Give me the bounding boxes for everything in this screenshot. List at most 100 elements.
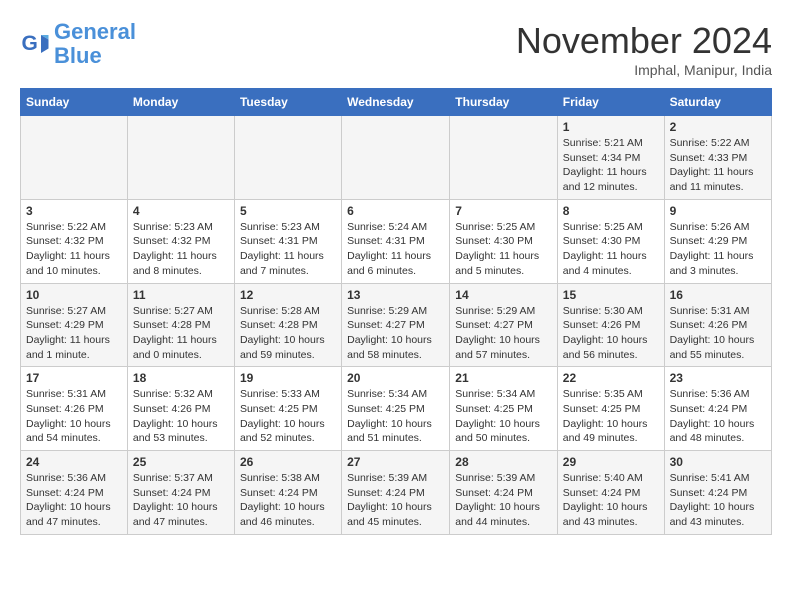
- day-number: 17: [26, 371, 122, 385]
- logo-icon: G: [20, 29, 50, 59]
- header-saturday: Saturday: [664, 89, 771, 116]
- day-cell: 15 Sunrise: 5:30 AMSunset: 4:26 PMDayligh…: [557, 283, 664, 367]
- day-number: 7: [455, 204, 552, 218]
- day-number: 21: [455, 371, 552, 385]
- header-row: SundayMondayTuesdayWednesdayThursdayFrid…: [21, 89, 772, 116]
- day-info: Sunrise: 5:32 AMSunset: 4:26 PMDaylight:…: [133, 387, 229, 446]
- day-cell: 5 Sunrise: 5:23 AMSunset: 4:31 PMDaylight…: [234, 199, 341, 283]
- week-row-5: 24 Sunrise: 5:36 AMSunset: 4:24 PMDayligh…: [21, 451, 772, 535]
- header-thursday: Thursday: [450, 89, 558, 116]
- month-title: November 2024: [516, 20, 772, 62]
- day-cell: 19Sunrise: 5:33 AMSunset: 4:25 PMDayligh…: [234, 367, 341, 451]
- week-row-2: 3Sunrise: 5:22 AMSunset: 4:32 PMDaylight…: [21, 199, 772, 283]
- day-info: Sunrise: 5:27 AMSunset: 4:28 PMDaylight:…: [133, 304, 229, 363]
- day-number: 5: [240, 204, 336, 218]
- day-number: 6: [347, 204, 444, 218]
- logo-line1: General: [54, 19, 136, 44]
- calendar-header: SundayMondayTuesdayWednesdayThursdayFrid…: [21, 89, 772, 116]
- location-subtitle: Imphal, Manipur, India: [516, 62, 772, 78]
- day-cell: [127, 116, 234, 200]
- calendar-body: 1Sunrise: 5:21 AMSunset: 4:34 PMDaylight…: [21, 116, 772, 535]
- day-cell: 24 Sunrise: 5:36 AMSunset: 4:24 PMDayligh…: [21, 451, 128, 535]
- day-cell: 27Sunrise: 5:39 AMSunset: 4:24 PMDayligh…: [342, 451, 450, 535]
- day-info: Sunrise: 5:36 AMSunset: 4:24 PMDaylight:…: [26, 471, 122, 530]
- day-cell: 17 Sunrise: 5:31 AMSunset: 4:26 PMDayligh…: [21, 367, 128, 451]
- header-tuesday: Tuesday: [234, 89, 341, 116]
- header-monday: Monday: [127, 89, 234, 116]
- day-info: Sunrise: 5:40 AMSunset: 4:24 PMDaylight:…: [563, 471, 659, 530]
- day-number: 18: [133, 371, 229, 385]
- page-header: G General Blue November 2024 Imphal, Man…: [20, 20, 772, 78]
- day-number: 11: [133, 288, 229, 302]
- day-cell: 14 Sunrise: 5:29 AMSunset: 4:27 PMDayligh…: [450, 283, 558, 367]
- header-sunday: Sunday: [21, 89, 128, 116]
- day-info: Sunrise: 5:23 AMSunset: 4:31 PMDaylight:…: [240, 220, 336, 279]
- day-number: 26: [240, 455, 336, 469]
- day-number: 15: [563, 288, 659, 302]
- day-cell: 2Sunrise: 5:22 AMSunset: 4:33 PMDaylight…: [664, 116, 771, 200]
- day-cell: [450, 116, 558, 200]
- day-cell: [21, 116, 128, 200]
- day-info: Sunrise: 5:29 AMSunset: 4:27 PMDaylight:…: [455, 304, 552, 363]
- day-info: Sunrise: 5:26 AMSunset: 4:29 PMDaylight:…: [670, 220, 766, 279]
- day-cell: 1Sunrise: 5:21 AMSunset: 4:34 PMDaylight…: [557, 116, 664, 200]
- day-number: 23: [670, 371, 766, 385]
- day-info: Sunrise: 5:22 AMSunset: 4:33 PMDaylight:…: [670, 136, 766, 195]
- day-cell: 13Sunrise: 5:29 AMSunset: 4:27 PMDayligh…: [342, 283, 450, 367]
- calendar-table: SundayMondayTuesdayWednesdayThursdayFrid…: [20, 88, 772, 535]
- day-info: Sunrise: 5:31 AMSunset: 4:26 PMDaylight:…: [670, 304, 766, 363]
- day-number: 13: [347, 288, 444, 302]
- day-cell: 25Sunrise: 5:37 AMSunset: 4:24 PMDayligh…: [127, 451, 234, 535]
- week-row-4: 17 Sunrise: 5:31 AMSunset: 4:26 PMDayligh…: [21, 367, 772, 451]
- day-cell: 7 Sunrise: 5:25 AMSunset: 4:30 PMDaylight…: [450, 199, 558, 283]
- day-number: 29: [563, 455, 659, 469]
- day-info: Sunrise: 5:28 AMSunset: 4:28 PMDaylight:…: [240, 304, 336, 363]
- day-number: 22: [563, 371, 659, 385]
- day-number: 24: [26, 455, 122, 469]
- day-number: 9: [670, 204, 766, 218]
- day-cell: 21 Sunrise: 5:34 AMSunset: 4:25 PMDayligh…: [450, 367, 558, 451]
- day-info: Sunrise: 5:39 AMSunset: 4:24 PMDaylight:…: [455, 471, 552, 530]
- day-number: 20: [347, 371, 444, 385]
- day-info: Sunrise: 5:38 AMSunset: 4:24 PMDaylight:…: [240, 471, 336, 530]
- day-info: Sunrise: 5:30 AMSunset: 4:26 PMDaylight:…: [563, 304, 659, 363]
- day-number: 27: [347, 455, 444, 469]
- logo: G General Blue: [20, 20, 136, 68]
- logo-text: General Blue: [54, 20, 136, 68]
- day-info: Sunrise: 5:23 AMSunset: 4:32 PMDaylight:…: [133, 220, 229, 279]
- day-info: Sunrise: 5:22 AMSunset: 4:32 PMDaylight:…: [26, 220, 122, 279]
- day-info: Sunrise: 5:25 AMSunset: 4:30 PMDaylight:…: [455, 220, 552, 279]
- day-number: 4: [133, 204, 229, 218]
- day-info: Sunrise: 5:25 AMSunset: 4:30 PMDaylight:…: [563, 220, 659, 279]
- day-number: 12: [240, 288, 336, 302]
- day-cell: 29 Sunrise: 5:40 AMSunset: 4:24 PMDayligh…: [557, 451, 664, 535]
- week-row-1: 1Sunrise: 5:21 AMSunset: 4:34 PMDaylight…: [21, 116, 772, 200]
- day-cell: 8 Sunrise: 5:25 AMSunset: 4:30 PMDaylight…: [557, 199, 664, 283]
- title-block: November 2024 Imphal, Manipur, India: [516, 20, 772, 78]
- day-number: 14: [455, 288, 552, 302]
- day-cell: [234, 116, 341, 200]
- day-cell: 22 Sunrise: 5:35 AMSunset: 4:25 PMDayligh…: [557, 367, 664, 451]
- day-cell: 12 Sunrise: 5:28 AMSunset: 4:28 PMDayligh…: [234, 283, 341, 367]
- day-cell: 23 Sunrise: 5:36 AMSunset: 4:24 PMDayligh…: [664, 367, 771, 451]
- day-cell: 9 Sunrise: 5:26 AMSunset: 4:29 PMDaylight…: [664, 199, 771, 283]
- day-cell: 18 Sunrise: 5:32 AMSunset: 4:26 PMDayligh…: [127, 367, 234, 451]
- day-cell: 28Sunrise: 5:39 AMSunset: 4:24 PMDayligh…: [450, 451, 558, 535]
- day-info: Sunrise: 5:24 AMSunset: 4:31 PMDaylight:…: [347, 220, 444, 279]
- header-wednesday: Wednesday: [342, 89, 450, 116]
- svg-text:G: G: [22, 32, 38, 55]
- day-info: Sunrise: 5:34 AMSunset: 4:25 PMDaylight:…: [455, 387, 552, 446]
- day-number: 30: [670, 455, 766, 469]
- day-number: 19: [240, 371, 336, 385]
- day-cell: 10 Sunrise: 5:27 AMSunset: 4:29 PMDayligh…: [21, 283, 128, 367]
- day-cell: 20Sunrise: 5:34 AMSunset: 4:25 PMDayligh…: [342, 367, 450, 451]
- day-info: Sunrise: 5:31 AMSunset: 4:26 PMDaylight:…: [26, 387, 122, 446]
- day-info: Sunrise: 5:35 AMSunset: 4:25 PMDaylight:…: [563, 387, 659, 446]
- day-number: 1: [563, 120, 659, 134]
- day-info: Sunrise: 5:27 AMSunset: 4:29 PMDaylight:…: [26, 304, 122, 363]
- logo-line2: Blue: [54, 43, 102, 68]
- day-info: Sunrise: 5:36 AMSunset: 4:24 PMDaylight:…: [670, 387, 766, 446]
- day-number: 8: [563, 204, 659, 218]
- header-friday: Friday: [557, 89, 664, 116]
- day-number: 10: [26, 288, 122, 302]
